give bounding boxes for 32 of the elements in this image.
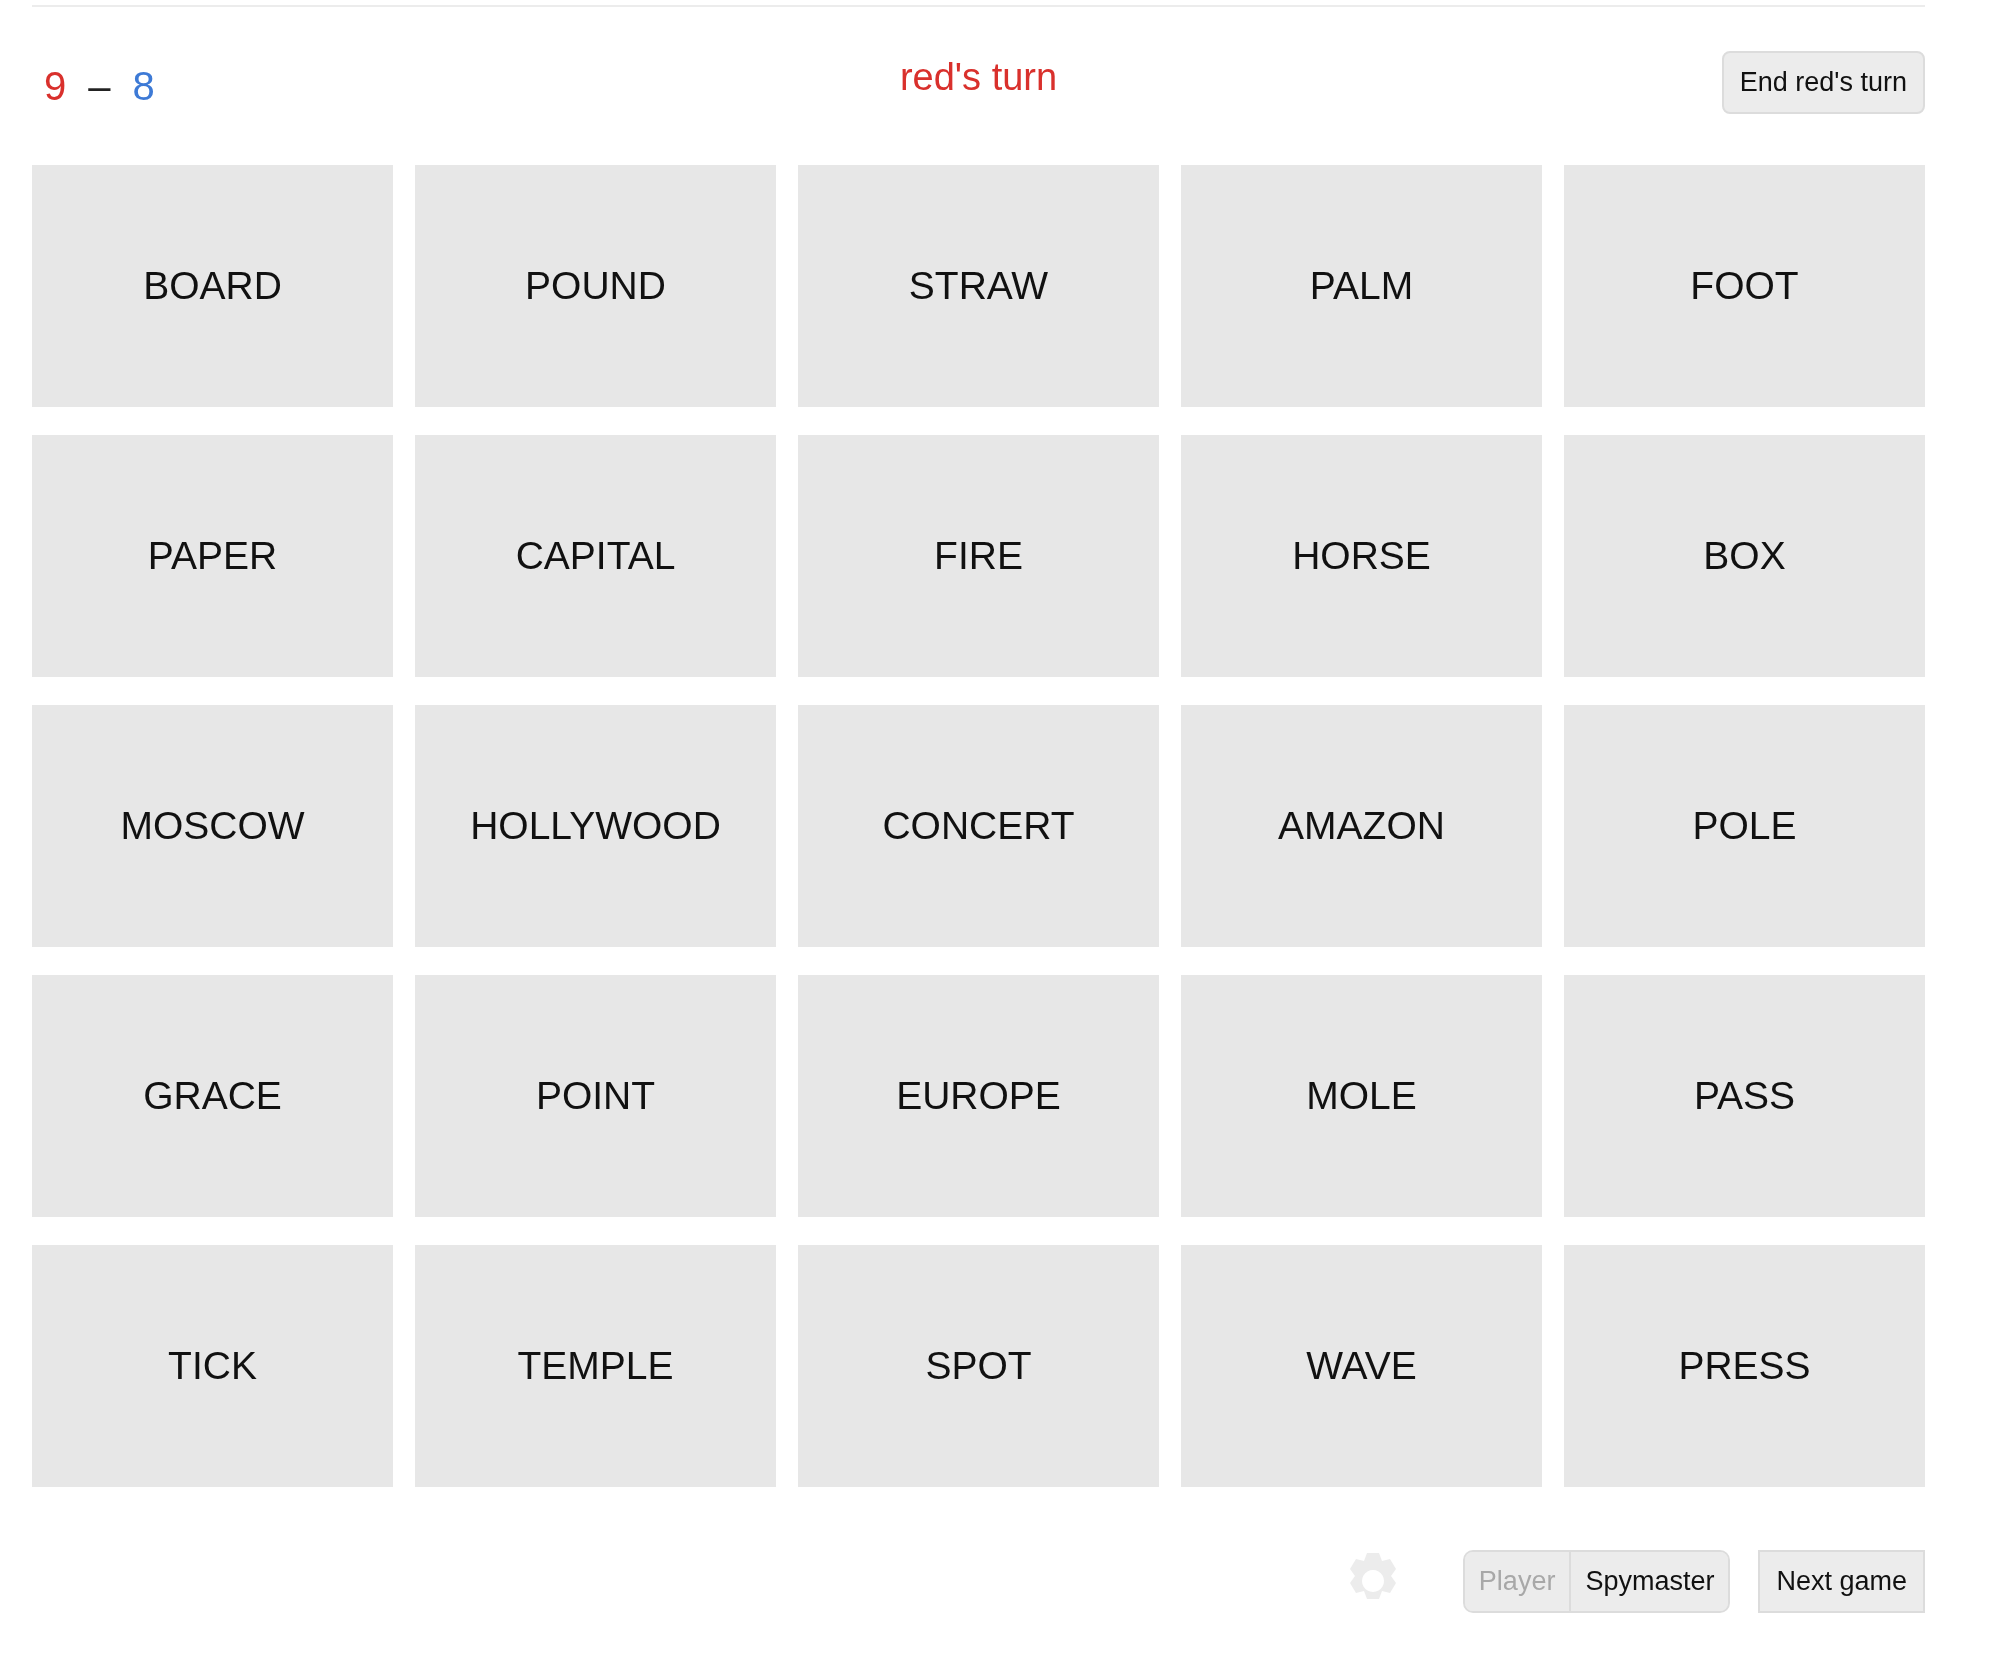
- word-card[interactable]: TEMPLE: [415, 1245, 776, 1487]
- word-card[interactable]: FOOT: [1564, 165, 1925, 407]
- word-card[interactable]: WAVE: [1181, 1245, 1542, 1487]
- word-card[interactable]: SPOT: [798, 1245, 1159, 1487]
- word-card[interactable]: POINT: [415, 975, 776, 1217]
- word-card[interactable]: TICK: [32, 1245, 393, 1487]
- word-card[interactable]: EUROPE: [798, 975, 1159, 1217]
- word-card[interactable]: CONCERT: [798, 705, 1159, 947]
- word-card[interactable]: AMAZON: [1181, 705, 1542, 947]
- word-card[interactable]: PAPER: [32, 435, 393, 677]
- word-card[interactable]: POLE: [1564, 705, 1925, 947]
- word-card[interactable]: HOLLYWOOD: [415, 705, 776, 947]
- turn-indicator: red's turn: [899, 55, 1058, 99]
- opponent-score: 8: [132, 63, 155, 109]
- word-card[interactable]: CAPITAL: [415, 435, 776, 677]
- word-card[interactable]: FIRE: [798, 435, 1159, 677]
- word-card[interactable]: PALM: [1181, 165, 1542, 407]
- end-turn-button[interactable]: End red's turn: [1721, 50, 1925, 114]
- word-card[interactable]: HORSE: [1181, 435, 1542, 677]
- score-separator: –: [88, 63, 111, 109]
- word-card[interactable]: POUND: [415, 165, 776, 407]
- word-card[interactable]: MOSCOW: [32, 705, 393, 947]
- word-card[interactable]: PASS: [1564, 975, 1925, 1217]
- team-score: 9: [44, 63, 67, 109]
- word-card[interactable]: PRESS: [1564, 1245, 1925, 1487]
- word-card[interactable]: BOX: [1564, 435, 1925, 677]
- word-card[interactable]: BOARD: [32, 165, 393, 407]
- word-card[interactable]: STRAW: [798, 165, 1159, 407]
- word-card[interactable]: GRACE: [32, 975, 393, 1217]
- next-game-button[interactable]: Next game: [1758, 1549, 1925, 1613]
- mode-option[interactable]: Spymaster: [1569, 1551, 1729, 1611]
- word-card[interactable]: MOLE: [1181, 975, 1542, 1217]
